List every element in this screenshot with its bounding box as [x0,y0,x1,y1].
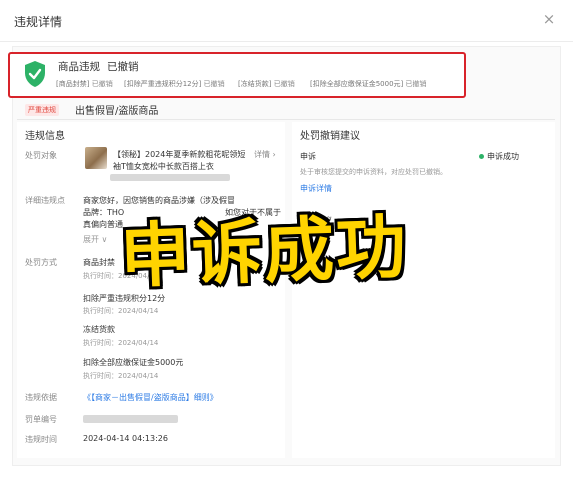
method-name: 商品封禁 [83,258,115,267]
penalty-tag-label: [扣除严重违规积分12分] [124,80,202,88]
method-time: 执行时间：2024/04/14 [83,372,159,380]
product-detail-link[interactable]: 详情 › [254,149,276,160]
object-label: 处罚对象 [25,151,57,160]
penalty-tag: [冻结货款] 已撤销 [238,79,295,89]
penalty-tag-status: 已撤销 [203,80,225,88]
redacted-text [110,174,230,181]
penalty-tag: [扣除全部应缴保证金5000元] 已撤销 [310,79,427,89]
shield-check-icon [25,61,45,87]
penalty-tag: [扣除严重违规积分12分] 已撤销 [124,79,225,89]
expand-link[interactable]: 展开 ∨ [83,234,107,245]
redacted-ticket-number [83,415,178,423]
penalty-tag-label: [冻结货款] [238,80,272,88]
penalty-tag-status: 已撤销 [405,80,427,88]
appeal-success-overlay: 申诉成功 [118,205,410,298]
suggestion-title: 处罚撤销建议 [300,131,360,142]
product-title-line1: 【领秘】2024年夏季新款粗花呢领短 [113,150,246,159]
penalty-tag-label: [商品封禁] [56,80,90,88]
divider [17,119,555,120]
product-thumbnail[interactable] [85,147,107,169]
banner-title: 商品违规 [58,61,100,73]
banner-status: 已撤销 [107,61,139,73]
dialog-header: 违规详情 × [0,0,573,42]
appeal-label: 申诉 [300,152,316,161]
success-dot-icon [479,154,484,159]
time-label: 违规时间 [25,435,57,444]
violation-category-title: 出售假冒/盗版商品 [75,106,159,117]
appeal-status: 申诉成功 [487,152,519,161]
product-title-line2: 袖T恤女宽松中长款百搭上衣 [113,162,214,171]
method-label: 处罚方式 [25,258,57,267]
method-name: 扣除全部应缴保证金5000元 [83,358,184,367]
violation-detail-dialog: 违规详情 × 商品违规 已撤销 [商品封禁] 已撤销 [扣除严重违规积分12分]… [0,0,573,500]
penalty-tag: [商品封禁] 已撤销 [56,79,113,89]
ticket-label: 罚单编号 [25,415,57,424]
basis-label: 违规依据 [25,393,57,402]
close-icon[interactable]: × [540,10,558,28]
penalty-tag-status: 已撤销 [273,80,295,88]
appeal-detail-link[interactable]: 申诉详情 [300,183,332,194]
severity-badge: 严重违规 [25,104,59,116]
violation-info-title: 违规信息 [25,131,65,142]
status-banner: 商品违规 已撤销 [商品封禁] 已撤销 [扣除严重违规积分12分] 已撤销 [冻… [8,52,466,98]
penalty-tag-label: [扣除全部应缴保证金5000元] [310,80,404,88]
method-time: 执行时间：2024/04/14 [83,339,159,347]
penalty-tag-status: 已撤销 [91,80,113,88]
appeal-description: 处于审核您提交的申诉资料，对应处罚已撤销。 [300,168,447,176]
dialog-title: 违规详情 [14,15,63,29]
basis-rule-link[interactable]: 《【商家－出售假冒/盗版商品】细则》 [83,392,218,403]
violation-time: 2024-04-14 04:13:26 [83,434,168,443]
description-label: 详细违规点 [25,196,65,205]
method-name: 冻结货款 [83,325,115,334]
description-line4: 真偏向普通 [83,220,123,229]
